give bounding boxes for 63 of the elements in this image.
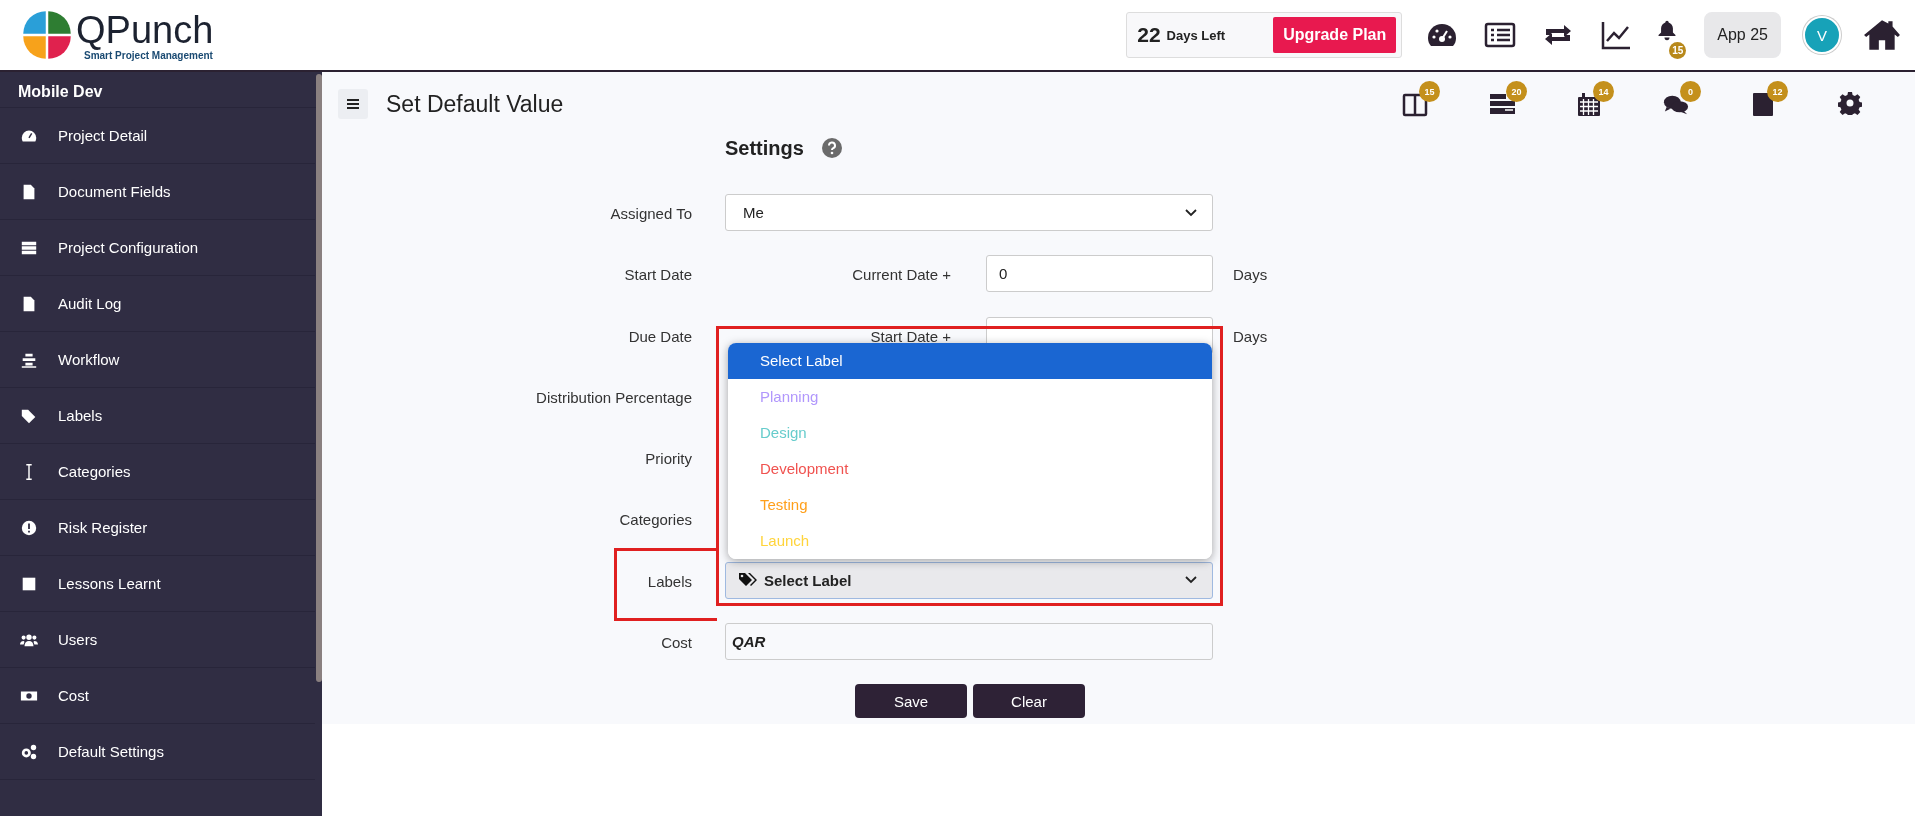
label-select[interactable]: Select Label <box>725 561 1213 599</box>
dropdown-option[interactable]: Development <box>728 450 1212 487</box>
field-label: Assigned To <box>610 205 692 222</box>
sidebar-item[interactable]: Labels <box>0 388 315 444</box>
sidebar-item[interactable]: Project Detail <box>0 108 315 164</box>
sidebar-item[interactable]: Workflow <box>0 332 315 388</box>
option-text: Design <box>760 424 807 442</box>
chevron-icon <box>1185 208 1197 217</box>
upgrade-button[interactable]: Upgrade Plan <box>1273 17 1397 53</box>
chevron-icon <box>1185 576 1197 585</box>
menu-icon <box>346 98 360 110</box>
logo-icon <box>22 10 72 60</box>
alert-icon <box>20 518 38 537</box>
sidebar-item[interactable]: Audit Log <box>0 276 315 332</box>
field-label: Start Date <box>624 266 692 284</box>
days-unit: Days <box>1233 265 1268 284</box>
field-label: Categories <box>619 511 692 529</box>
settings-heading: Settings <box>725 136 804 160</box>
days-label: Days Left <box>1166 27 1226 43</box>
home-icon[interactable] <box>1863 18 1901 52</box>
brand-name: QPunch <box>76 9 214 50</box>
cost-field[interactable]: QAR <box>725 623 1213 661</box>
notification-badge: 15 <box>1669 42 1687 59</box>
sidebar-item[interactable]: Risk Register <box>0 500 315 556</box>
sidebar-item[interactable]: Users <box>0 612 315 668</box>
sidebar-item[interactable]: Categories <box>0 444 315 500</box>
count-badge: 15 <box>1419 81 1440 102</box>
offset-label: Start Date + <box>869 326 951 345</box>
scrollbar[interactable] <box>316 74 322 682</box>
menu-button[interactable] <box>338 89 368 119</box>
save-button[interactable]: Save <box>855 684 967 719</box>
help-icon[interactable] <box>821 138 842 158</box>
offset-label: Current Date + <box>851 265 951 284</box>
count-badge: 20 <box>1506 81 1527 102</box>
sidebar-item[interactable]: Project Configuration <box>0 220 315 276</box>
sidebar-item[interactable]: Default Settings <box>0 724 315 780</box>
clear-button[interactable]: Clear <box>973 684 1085 719</box>
dropdown-option[interactable]: Select Label <box>728 342 1212 379</box>
count-badge: 12 <box>1767 81 1788 102</box>
sidebar-item[interactable]: Document Fields <box>0 164 315 220</box>
brand-tagline: Smart Project Management <box>84 49 214 61</box>
option-text: Planning <box>760 388 819 406</box>
days-unit: Days <box>1233 326 1268 345</box>
days-count: 22 <box>1137 23 1161 47</box>
settings-icon[interactable] <box>1837 91 1862 115</box>
app-button[interactable]: App 25 <box>1704 12 1781 58</box>
field-label: Labels <box>647 572 692 590</box>
count-badge: 14 <box>1593 81 1614 102</box>
assignee-select[interactable]: Me <box>725 194 1213 231</box>
field-label: Cost <box>661 634 692 652</box>
option-text: Select Label <box>760 352 843 370</box>
sidebar-item[interactable]: Lessons Learnt <box>0 556 315 612</box>
field-label: Due Date <box>628 327 692 345</box>
option-text: Testing <box>760 496 808 514</box>
field-label: Distribution Percentage <box>536 388 692 406</box>
count-badge: 0 <box>1680 81 1701 102</box>
sidebar-item[interactable]: Cost <box>0 668 315 724</box>
field-label: Priority <box>645 450 692 468</box>
page-title: Set Default Value <box>386 90 564 118</box>
option-text: Development <box>760 460 849 478</box>
option-text: Launch <box>760 532 810 550</box>
tags-icon <box>738 572 758 589</box>
days-input[interactable]: 0 <box>986 255 1213 293</box>
